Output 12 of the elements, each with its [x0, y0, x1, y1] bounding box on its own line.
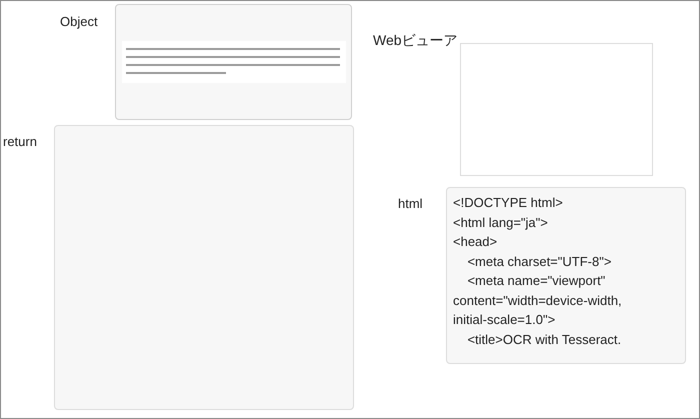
code-line: content="width=device-width, — [453, 292, 622, 310]
object-label: Object — [60, 14, 99, 29]
code-line: <html lang="ja"> — [453, 214, 548, 232]
html-label: html — [398, 196, 424, 211]
code-line: <meta name="viewport" — [466, 272, 606, 290]
code-line: <title>OCR with Tesseract. — [466, 330, 622, 348]
code-line: <!DOCTYPE html> — [453, 194, 563, 212]
return-label: return — [3, 134, 38, 149]
webview-label: Webビューア — [373, 32, 459, 50]
code-line: <head> — [453, 233, 498, 251]
code-line: initial-scale=1.0"> — [453, 311, 556, 329]
code-line: <meta charset="UTF-8"> — [466, 252, 612, 270]
